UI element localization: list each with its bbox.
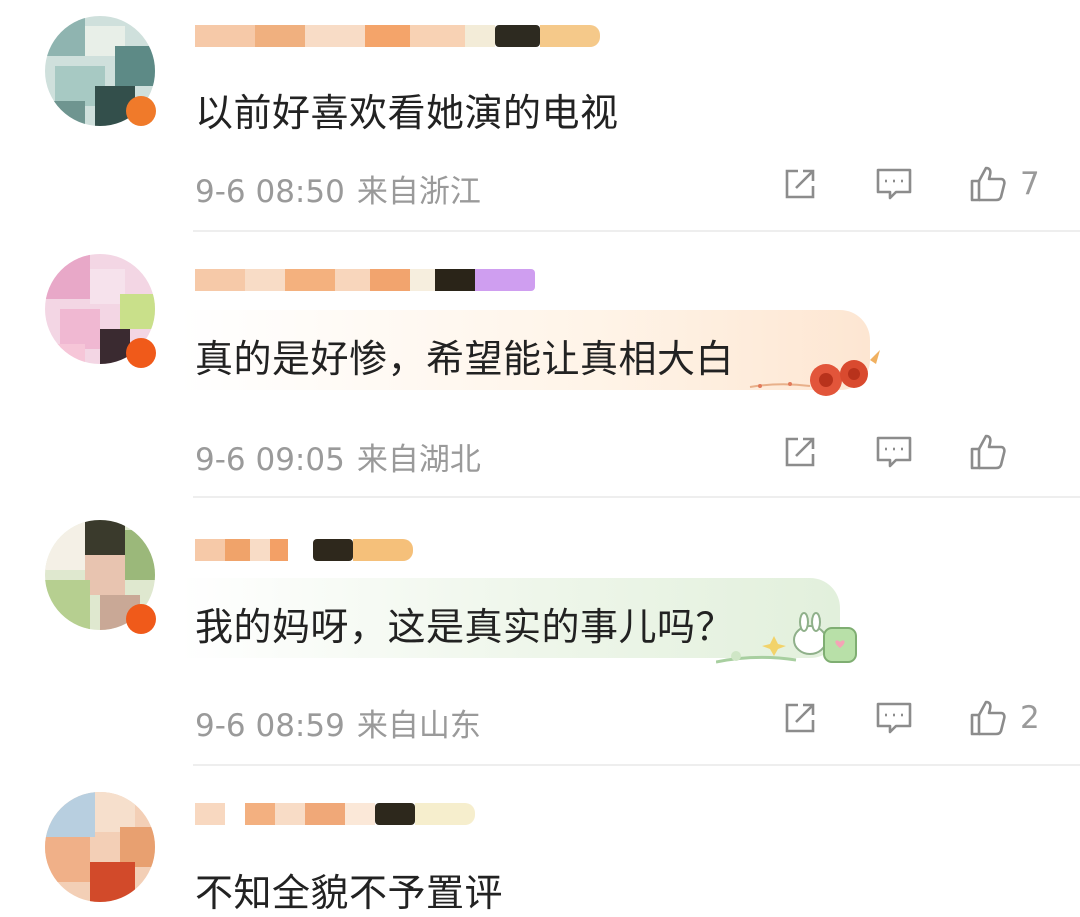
thumbs-up-icon [970, 434, 1006, 470]
comment-bubble-icon [876, 168, 912, 200]
rose-decoration-icon [749, 350, 880, 396]
comment-date: 9-6 09:05 [195, 442, 345, 478]
username-pixelated[interactable] [195, 532, 413, 568]
comment-actions: 7 [728, 162, 1040, 206]
like-button[interactable] [966, 430, 1010, 474]
comment-location: 来自湖北 [356, 442, 481, 478]
verified-badge-icon [126, 604, 156, 634]
comment-location: 来自浙江 [356, 174, 481, 210]
comment-item: 我的妈呀，这是真实的事儿吗？ 9-6 08:59 来自山东 2 [0, 498, 1080, 766]
verified-badge-icon [126, 96, 156, 126]
repost-button[interactable] [778, 696, 822, 740]
username-pixelated[interactable] [195, 18, 600, 54]
username-pixelated[interactable] [195, 262, 535, 298]
bunny-mug-decoration-icon [716, 612, 857, 664]
comment-date: 9-6 08:50 [195, 174, 345, 210]
comment-actions: 2 [728, 696, 1040, 740]
like-count: 7 [1020, 166, 1040, 202]
comment-text: 我的妈呀，这是真实的事儿吗？ [195, 605, 735, 649]
comment-bubble-icon [876, 702, 912, 734]
comment-date: 9-6 08:59 [195, 708, 345, 744]
comment-button[interactable] [872, 430, 916, 474]
comment-text: 不知全貌不予置评 [195, 871, 504, 915]
comment-meta: 9-6 08:59 来自山东 [195, 700, 481, 745]
share-arrow-icon [785, 169, 815, 199]
repost-button[interactable] [778, 162, 822, 206]
comment-text: 真的是好惨，希望能让真相大白 [195, 337, 735, 381]
comment-button[interactable] [872, 696, 916, 740]
comment-button[interactable] [872, 162, 916, 206]
thumbs-up-icon [970, 700, 1006, 736]
repost-button[interactable] [778, 430, 822, 474]
comment-meta: 9-6 09:05 来自湖北 [195, 434, 481, 479]
like-button[interactable] [966, 162, 1010, 206]
avatar[interactable] [45, 792, 155, 902]
comment-location: 来自山东 [356, 708, 481, 744]
username-pixelated[interactable] [195, 796, 475, 832]
comment-item: 不知全貌不予置评 [0, 766, 1080, 915]
like-count: 2 [1020, 700, 1040, 736]
like-button[interactable] [966, 696, 1010, 740]
verified-badge-icon [126, 338, 156, 368]
share-arrow-icon [785, 437, 815, 467]
comment-item: 以前好喜欢看她演的电视 9-6 08:50 来自浙江 7 [0, 0, 1080, 232]
comment-text: 以前好喜欢看她演的电视 [195, 91, 619, 135]
comment-bubble-icon [876, 436, 912, 468]
comment-actions [728, 430, 1040, 474]
comment-item: 真的是好惨，希望能让真相大白 9-6 09:05 来自湖北 [0, 232, 1080, 498]
share-arrow-icon [785, 703, 815, 733]
thumbs-up-icon [970, 166, 1006, 202]
comment-meta: 9-6 08:50 来自浙江 [195, 166, 481, 211]
